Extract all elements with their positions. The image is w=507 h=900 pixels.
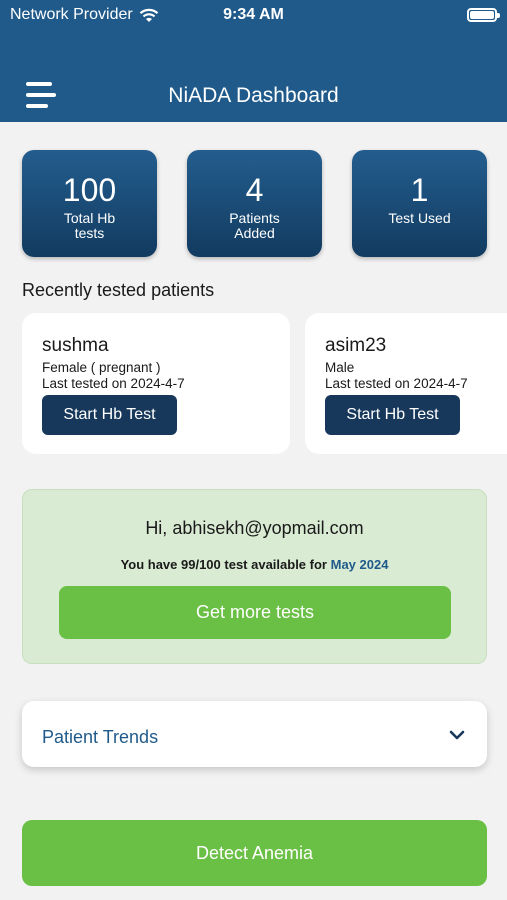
patient-card[interactable]: asim23 Male Last tested on 2024-4-7 Star…: [305, 313, 507, 454]
app-header: Network Provider 9:34 AM NiADA Dashboard: [0, 0, 507, 122]
carrier: Network Provider: [10, 6, 159, 24]
page-title: NiADA Dashboard: [168, 84, 339, 107]
battery-icon: [467, 8, 500, 22]
patient-last-tested: Last tested on 2024-4-7: [42, 376, 185, 391]
greeting: Hi, abhisekh@yopmail.com: [145, 518, 364, 538]
status-bar: Network Provider 9:34 AM: [10, 6, 500, 26]
stat-label: Patients Added: [229, 210, 280, 241]
detect-anemia-button[interactable]: Detect Anemia: [22, 820, 487, 886]
carrier-name: Network Provider: [10, 6, 133, 23]
patient-trends-dropdown[interactable]: Patient Trends: [22, 701, 487, 767]
test-plan-card: Hi, abhisekh@yopmail.com You have 99/100…: [22, 489, 487, 664]
chevron-down-icon: [449, 730, 465, 740]
status-time: 9:34 AM: [223, 6, 284, 23]
tests-available: You have 99/100 test available for May 2…: [23, 557, 486, 572]
patient-info: Male: [325, 360, 355, 375]
stat-total-hb-tests: 100 Total Hb tests: [22, 150, 157, 257]
patient-name: asim23: [325, 335, 387, 356]
start-hb-test-button[interactable]: Start Hb Test: [325, 395, 460, 435]
patient-info: Female ( pregnant ): [42, 360, 161, 375]
stat-value: 1: [410, 172, 429, 208]
stat-value: 4: [245, 172, 264, 208]
stat-value: 100: [62, 172, 117, 208]
stat-patients-added: 4 Patients Added: [187, 150, 322, 257]
patient-last-tested: Last tested on 2024-4-7: [325, 376, 468, 391]
recent-patients-title: Recently tested patients: [22, 280, 215, 300]
stat-label: Total Hb tests: [63, 210, 116, 241]
get-more-tests-button[interactable]: Get more tests: [59, 586, 451, 639]
patient-name: sushma: [42, 335, 109, 356]
stat-test-used: 1 Test Used: [352, 150, 487, 257]
availability-text: You have 99/100 test available for: [120, 557, 327, 572]
wifi-icon: [139, 8, 158, 22]
availability-month: May 2024: [330, 557, 389, 572]
stat-label: Test Used: [388, 210, 451, 226]
patient-trends-label: Patient Trends: [42, 727, 159, 747]
patient-card[interactable]: sushma Female ( pregnant ) Last tested o…: [22, 313, 290, 454]
start-hb-test-button[interactable]: Start Hb Test: [42, 395, 177, 435]
